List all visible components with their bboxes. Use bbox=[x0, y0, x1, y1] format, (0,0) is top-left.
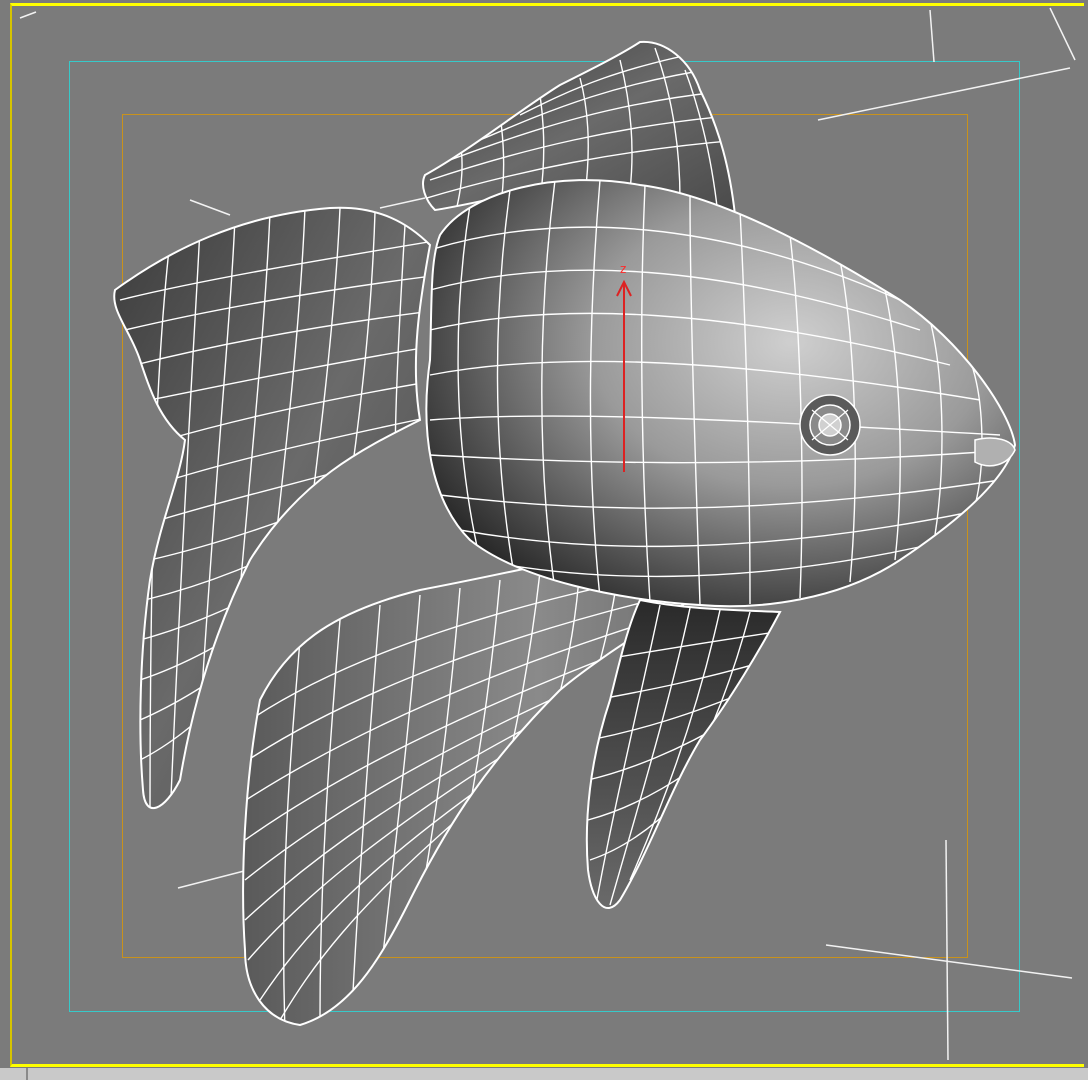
fish-body bbox=[425, 179, 1017, 608]
fish-mesh-icon[interactable] bbox=[0, 0, 1088, 1080]
fish-eye bbox=[799, 394, 861, 456]
strip-divider bbox=[26, 1068, 28, 1080]
gizmo-axis-label: z bbox=[620, 262, 627, 276]
viewport-bottom-strip bbox=[0, 1068, 1088, 1080]
perspective-viewport[interactable]: z bbox=[0, 0, 1088, 1080]
